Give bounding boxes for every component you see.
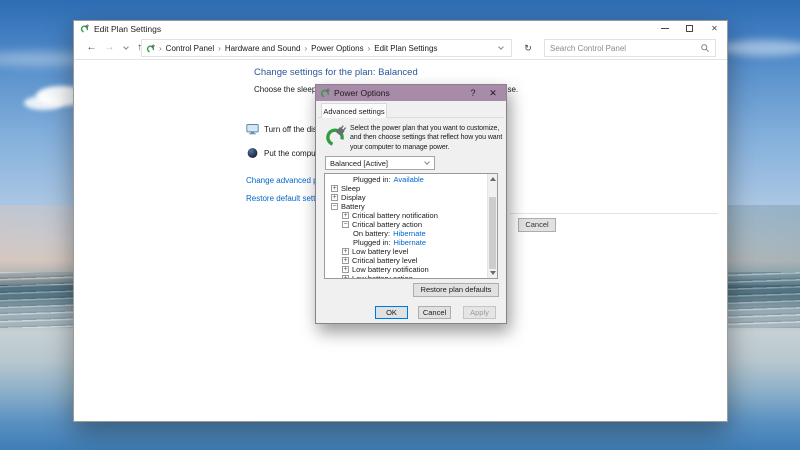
tree-row[interactable]: +Display (325, 193, 488, 202)
tree-row-label: On battery: (353, 229, 390, 238)
dialog-description: Select the power plan that you want to c… (350, 124, 504, 152)
tree-row-label: Sleep (341, 184, 360, 193)
tree-row-label: Battery (341, 202, 365, 211)
power-icon (146, 44, 155, 53)
tree-row[interactable]: −Battery (325, 202, 488, 211)
chevron-right-icon: › (368, 44, 371, 53)
chevron-right-icon: › (159, 44, 162, 53)
tree-row[interactable]: +Critical battery notification (325, 211, 488, 220)
collapse-icon[interactable]: − (331, 203, 338, 210)
tree-row-label: Display (341, 193, 366, 202)
tree-row[interactable]: +Low battery level (325, 247, 488, 256)
search-input[interactable]: Search Control Panel (544, 39, 716, 57)
search-icon (700, 43, 710, 53)
close-icon: ✕ (711, 25, 718, 33)
tree-row[interactable]: +Sleep (325, 184, 488, 193)
tree-row[interactable]: On battery:Hibernate (325, 229, 488, 238)
minimize-icon (661, 28, 669, 29)
display-icon (246, 123, 259, 135)
maximize-button[interactable] (677, 21, 702, 36)
breadcrumb-item[interactable]: Control Panel (166, 44, 214, 53)
expand-icon[interactable]: + (331, 185, 338, 192)
navigation-toolbar: ← → ↑ ›Control Panel›Hardware and Sound›… (74, 36, 727, 60)
expand-icon[interactable]: + (342, 212, 349, 219)
triangle-down-icon (490, 271, 496, 275)
cloud (24, 96, 64, 110)
tree-row-label: Critical battery notification (352, 211, 438, 220)
tree-scrollbar[interactable] (487, 174, 497, 278)
window-title: Edit Plan Settings (94, 24, 161, 34)
tree-row-label: Plugged in: (353, 175, 391, 184)
forward-button[interactable]: → (102, 40, 117, 55)
tree-row[interactable]: −Critical battery action (325, 220, 488, 229)
tab-advanced-settings[interactable]: Advanced settings (321, 103, 387, 118)
maximize-icon (686, 25, 693, 32)
tree-row-value[interactable]: Hibernate (393, 229, 426, 238)
breadcrumb-item[interactable]: Hardware and Sound (225, 44, 301, 53)
chevron-down-icon (123, 44, 129, 50)
back-button[interactable]: ← (84, 40, 99, 55)
recent-pages-button[interactable] (118, 40, 133, 55)
restore-plan-defaults-button[interactable]: Restore plan defaults (413, 283, 499, 297)
apply-button[interactable]: Apply (463, 306, 496, 319)
power-icon (80, 24, 89, 33)
tree-row[interactable]: +Low battery action (325, 274, 488, 279)
plan-select-dropdown[interactable]: Balanced [Active] (325, 156, 435, 170)
collapse-icon[interactable]: − (342, 221, 349, 228)
tree-row[interactable]: +Critical battery level (325, 256, 488, 265)
dialog-close-button[interactable]: ✕ (486, 85, 500, 101)
page-title: Change settings for the plan: Balanced (254, 67, 418, 78)
tree-row-label: Low battery action (352, 274, 413, 279)
expand-icon[interactable]: + (331, 194, 338, 201)
tree-row-label: Critical battery action (352, 220, 422, 229)
breadcrumb-item[interactable]: Edit Plan Settings (374, 44, 437, 53)
power-icon (320, 88, 330, 98)
ok-button[interactable]: OK (375, 306, 408, 319)
dialog-titlebar[interactable]: Power Options ? ✕ (316, 85, 506, 101)
window-titlebar[interactable]: Edit Plan Settings ✕ (74, 21, 727, 36)
settings-tree[interactable]: Plugged in:Available+Sleep+Display−Batte… (324, 173, 498, 279)
chevron-right-icon: › (304, 44, 307, 53)
tree-row-label: Low battery notification (352, 265, 429, 274)
plan-select-value: Balanced [Active] (330, 159, 388, 168)
power-plan-icon (324, 125, 346, 147)
tree-row-value[interactable]: Hibernate (394, 238, 427, 247)
scrollbar-thumb[interactable] (489, 197, 496, 269)
triangle-up-icon (490, 177, 496, 181)
tree-row[interactable]: Plugged in:Hibernate (325, 238, 488, 247)
scroll-down-button[interactable] (488, 268, 498, 278)
tree-row[interactable]: +Low battery notification (325, 265, 488, 274)
help-button[interactable]: ? (466, 85, 480, 101)
tree-row-label: Low battery level (352, 247, 408, 256)
sleep-icon (246, 147, 259, 159)
dialog-cancel-button[interactable]: Cancel (418, 306, 451, 319)
cloud (720, 40, 800, 56)
breadcrumb-item[interactable]: Power Options (311, 44, 363, 53)
content-divider (510, 213, 718, 214)
tree-row[interactable]: Plugged in:Available (325, 175, 488, 184)
tree-row-label: Plugged in: (353, 238, 391, 247)
expand-icon[interactable]: + (342, 248, 349, 255)
expand-icon[interactable]: + (342, 257, 349, 264)
tree-row-label: Critical battery level (352, 256, 417, 265)
search-placeholder: Search Control Panel (550, 44, 700, 53)
minimize-button[interactable] (652, 21, 677, 36)
tree-row-value[interactable]: Available (394, 175, 424, 184)
chevron-right-icon: › (218, 44, 221, 53)
chevron-down-icon (424, 159, 430, 165)
address-dropdown-icon[interactable] (498, 44, 504, 50)
scroll-up-button[interactable] (488, 174, 498, 184)
breadcrumb[interactable]: ›Control Panel›Hardware and Sound›Power … (141, 39, 512, 57)
cancel-button[interactable]: Cancel (518, 218, 556, 232)
expand-icon[interactable]: + (342, 266, 349, 273)
power-options-dialog: Power Options ? ✕ Advanced settings Sele… (315, 84, 507, 324)
dialog-title: Power Options (334, 88, 390, 98)
expand-icon[interactable]: + (342, 275, 349, 279)
close-button[interactable]: ✕ (702, 21, 727, 36)
refresh-button[interactable]: ↻ (519, 39, 537, 57)
